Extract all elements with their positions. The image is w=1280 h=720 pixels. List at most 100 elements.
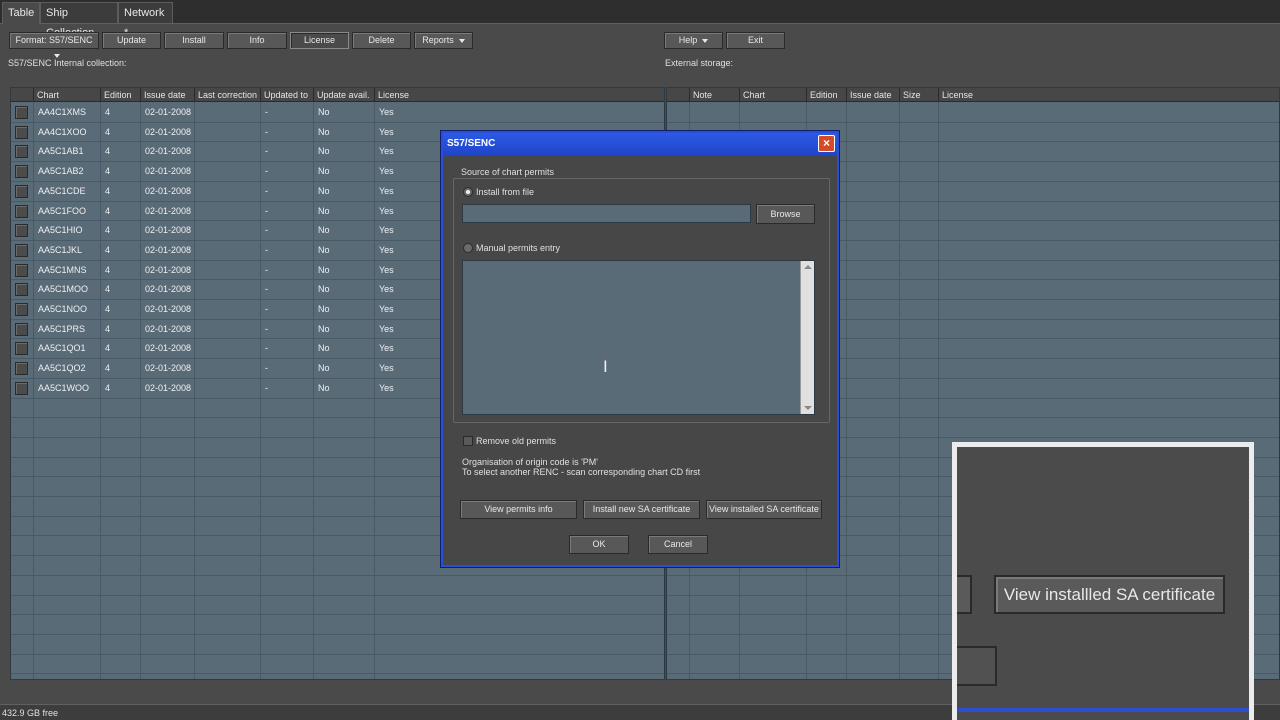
edition-cell: 4 xyxy=(105,244,111,255)
edition-cell: 4 xyxy=(105,382,111,393)
column-header[interactable]: Issue date xyxy=(847,88,900,102)
row-checkbox[interactable] xyxy=(15,243,28,257)
updated-to-cell: - xyxy=(265,205,268,216)
ok-button[interactable]: OK xyxy=(569,535,629,554)
scroll-down-icon[interactable] xyxy=(804,406,812,410)
chart-cell: AA5C1NOO xyxy=(38,304,88,314)
row-checkbox[interactable] xyxy=(15,145,28,159)
issue-date-cell: 02-01-2008 xyxy=(145,166,192,177)
install-from-file-label: Install from file xyxy=(476,187,535,197)
last-correction-cell xyxy=(195,202,199,221)
column-header[interactable]: Updated to xyxy=(261,88,314,102)
view-permits-info-button[interactable]: View permits info xyxy=(460,500,577,519)
row-checkbox[interactable] xyxy=(15,263,28,277)
chart-cell: AA5C1PRS xyxy=(38,323,86,334)
chart-cell: AA5C1WOO xyxy=(38,382,90,393)
license-button[interactable]: License xyxy=(290,32,349,49)
tab-table[interactable]: Table xyxy=(2,2,40,24)
tab-ship-collection[interactable]: Ship Collection xyxy=(40,2,118,39)
install-new-sa-certificate-button[interactable]: Install new SA certificate xyxy=(583,500,700,519)
row-checkbox[interactable] xyxy=(15,322,28,336)
table-row[interactable]: AA4C1XMS 4 02-01-2008 - No Yes xyxy=(11,103,664,123)
edition-cell: 4 xyxy=(105,363,111,374)
license-cell: Yes xyxy=(379,363,394,374)
updated-to-cell: - xyxy=(265,264,268,275)
manual-permits-textarea[interactable]: Ⅰ xyxy=(462,260,815,415)
dialog-title-bar[interactable]: S57/SENC × xyxy=(443,133,837,155)
update-avail-cell: No xyxy=(318,225,330,236)
column-header[interactable]: Chart xyxy=(740,88,807,102)
column-header[interactable]: Update avail. xyxy=(314,88,375,102)
license-cell: Yes xyxy=(379,323,394,334)
update-avail-cell: No xyxy=(318,343,330,354)
update-avail-cell: No xyxy=(318,205,330,216)
chart-cell: AA5C1QO1 xyxy=(38,343,86,354)
column-header[interactable]: License xyxy=(939,88,1279,102)
scroll-up-icon[interactable] xyxy=(804,265,812,269)
close-icon[interactable]: × xyxy=(818,135,835,152)
tab-network[interactable]: Network * xyxy=(118,2,173,39)
remove-old-permits-label: Remove old permits xyxy=(476,436,557,446)
row-checkbox[interactable] xyxy=(15,204,28,218)
row-checkbox[interactable] xyxy=(15,125,28,139)
delete-button[interactable]: Delete xyxy=(352,32,411,49)
row-checkbox[interactable] xyxy=(15,283,28,297)
row-checkbox[interactable] xyxy=(15,224,28,238)
updated-to-cell: - xyxy=(265,304,268,314)
license-cell: Yes xyxy=(379,166,394,177)
textarea-scrollbar[interactable] xyxy=(800,261,814,414)
s57-senc-dialog: S57/SENC × Source of chart permits Insta… xyxy=(441,131,839,567)
edition-cell: 4 xyxy=(105,166,111,177)
last-correction-cell xyxy=(195,280,199,299)
chart-cell: AA5C1QO2 xyxy=(38,363,86,374)
info-button[interactable]: Info xyxy=(227,32,287,49)
dialog-title: S57/SENC xyxy=(447,138,496,149)
row-checkbox[interactable] xyxy=(15,303,28,316)
chevron-down-icon xyxy=(702,38,709,43)
column-header[interactable]: License xyxy=(375,88,664,102)
column-header[interactable]: Last correction xyxy=(195,88,261,102)
last-correction-cell xyxy=(195,379,199,398)
issue-date-cell: 02-01-2008 xyxy=(145,363,192,374)
edition-cell: 4 xyxy=(105,264,111,275)
install-from-file-radio[interactable] xyxy=(463,187,473,197)
issue-date-cell: 02-01-2008 xyxy=(145,126,192,137)
column-header[interactable]: Size xyxy=(900,88,939,102)
file-path-input[interactable] xyxy=(462,204,751,223)
row-checkbox[interactable] xyxy=(15,342,28,356)
update-avail-cell: No xyxy=(318,382,330,393)
browse-button[interactable]: Browse xyxy=(756,204,815,224)
license-cell: Yes xyxy=(379,185,394,196)
cancel-button[interactable]: Cancel xyxy=(648,535,708,554)
row-checkbox[interactable] xyxy=(15,362,28,376)
column-header[interactable]: Note xyxy=(690,88,740,102)
column-header[interactable]: Issue date xyxy=(141,88,195,102)
update-button[interactable]: Update xyxy=(102,32,161,49)
update-avail-cell: No xyxy=(318,304,330,314)
reports-dropdown[interactable]: Reports xyxy=(414,32,473,49)
grid-row-line xyxy=(11,633,664,635)
row-checkbox[interactable] xyxy=(15,106,28,119)
chart-cell: AA5C1HIO xyxy=(38,225,83,236)
chart-cell: AA4C1XOO xyxy=(38,126,87,137)
column-header[interactable]: Edition xyxy=(101,88,141,102)
license-cell: Yes xyxy=(379,304,394,314)
row-checkbox[interactable] xyxy=(15,381,28,395)
view-installed-sa-certificate-button[interactable]: View installed SA certificate xyxy=(706,500,822,519)
install-button[interactable]: Install xyxy=(164,32,224,49)
remove-old-permits-checkbox[interactable] xyxy=(463,436,473,446)
updated-to-cell: - xyxy=(265,166,268,177)
last-correction-cell xyxy=(195,320,199,339)
license-cell: Yes xyxy=(379,107,394,117)
row-checkbox[interactable] xyxy=(15,184,28,198)
exit-button[interactable]: Exit xyxy=(726,32,785,49)
manual-entry-radio[interactable] xyxy=(463,243,473,253)
grid-row-line xyxy=(11,673,664,675)
format-dropdown[interactable]: Format: S57/SENC xyxy=(9,32,99,58)
header-checkbox-column xyxy=(11,88,34,102)
help-dropdown[interactable]: Help xyxy=(664,32,723,49)
column-header[interactable]: Chart xyxy=(34,88,101,102)
column-header[interactable]: Edition xyxy=(807,88,847,102)
row-checkbox[interactable] xyxy=(15,165,28,179)
edition-cell: 4 xyxy=(105,126,111,137)
